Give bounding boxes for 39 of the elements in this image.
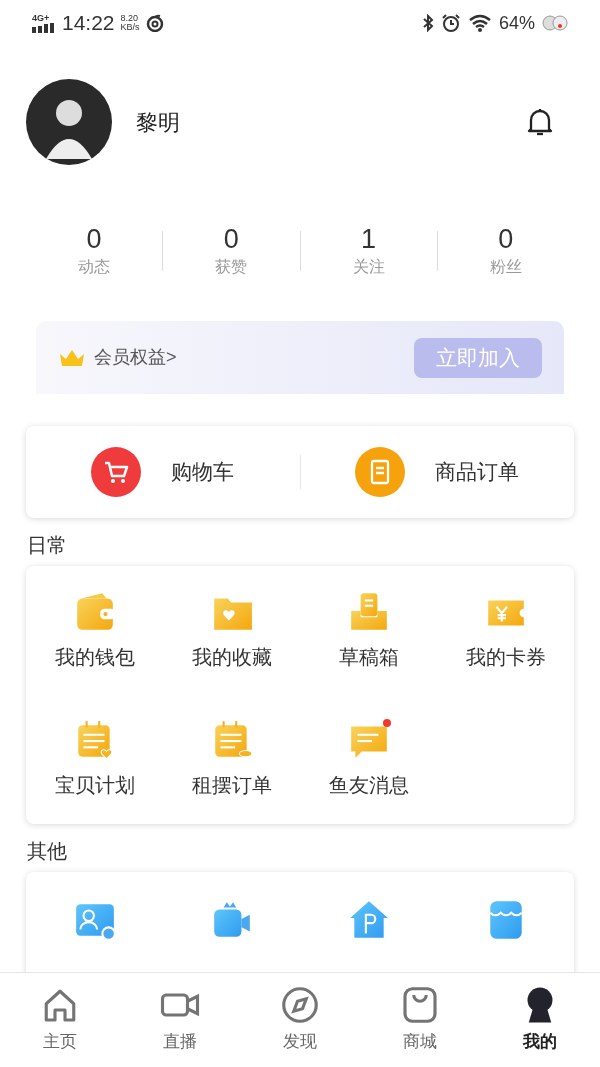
tab[interactable]: 主页 — [0, 973, 120, 1067]
alarm-icon — [440, 13, 461, 33]
bell-icon[interactable] — [526, 107, 554, 137]
menu-item[interactable]: 我的卡券 — [465, 642, 546, 672]
stat-value[interactable]: 0 — [498, 223, 514, 255]
tab[interactable]: 发现 — [240, 973, 360, 1067]
signal-icon — [32, 22, 56, 33]
menu-item[interactable]: 宝贝计划 — [54, 770, 135, 800]
shopping-bag-icon — [400, 985, 440, 1025]
tab[interactable]: 商城 — [360, 973, 480, 1067]
menu-item[interactable]: 鱼友消息 — [328, 770, 409, 800]
membership-label: 会员权益> — [94, 346, 178, 369]
tab[interactable]: 直播 — [120, 973, 240, 1067]
receipt-icon[interactable] — [355, 447, 406, 497]
stat-value[interactable]: 1 — [361, 223, 377, 255]
user-name: 黎明 — [136, 108, 181, 137]
stat-value[interactable]: 0 — [86, 223, 102, 255]
section-title: 其他 — [27, 839, 67, 864]
app-icons — [542, 14, 568, 32]
cart-icon[interactable] — [91, 447, 142, 497]
menu-item[interactable]: 我的收藏 — [191, 642, 272, 672]
menu-item[interactable]: 租摆订单 — [191, 770, 272, 800]
menu-item[interactable]: 我的钱包 — [54, 642, 135, 672]
bluetooth-icon — [421, 14, 434, 32]
shop-link[interactable]: 商品订单 — [435, 456, 520, 488]
stat-value[interactable]: 0 — [223, 223, 239, 255]
tab[interactable]: 我的 — [480, 973, 600, 1067]
membership-banner[interactable]: 会员权益> 立即加入 — [36, 321, 564, 394]
menu-item[interactable]: 草稿箱 — [338, 642, 399, 672]
wifi-icon — [467, 14, 492, 32]
speed-value: 8.20 — [120, 14, 140, 23]
swirl-icon — [145, 14, 164, 32]
network-type: 4G+ — [32, 13, 50, 23]
clock-time: 14:22 — [62, 10, 115, 37]
section-title: 日常 — [27, 533, 67, 558]
speed-unit: KB/s — [120, 23, 140, 32]
compass-icon — [280, 985, 320, 1025]
shop-link[interactable]: 购物车 — [171, 456, 235, 488]
battery-level: 64% — [498, 11, 535, 35]
